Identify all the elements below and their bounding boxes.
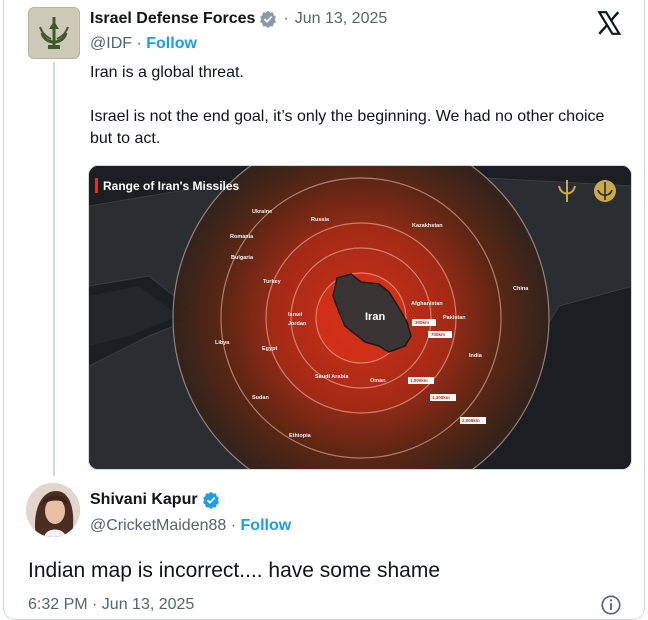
label-jordan: Jordan — [288, 321, 307, 327]
reply-text: Indian map is incorrect.... have some sh… — [28, 559, 441, 582]
info-icon[interactable] — [600, 594, 622, 616]
reply-author-name[interactable]: Shivani Kapur — [90, 491, 198, 509]
label-bulgaria: Bulgaria — [231, 255, 254, 261]
quoted-handle-row: @IDF · Follow — [90, 35, 197, 53]
label-ethiopia: Ethiopia — [289, 433, 312, 439]
label-sudan: Sudan — [252, 395, 269, 401]
quoted-header: Israel Defense Forces · Jun 13, 2025 — [90, 8, 387, 30]
reply-header: Shivani Kapur — [90, 491, 220, 509]
label-pakistan: Pakistan — [443, 315, 466, 321]
label-india: India — [469, 353, 483, 359]
range-tag-1: 300km — [415, 320, 429, 325]
label-libya: Libya — [215, 340, 230, 346]
reply-handle[interactable]: @CricketMaiden88 — [90, 517, 226, 534]
idf-logo-icon — [39, 17, 69, 49]
label-russia: Russia — [311, 217, 330, 223]
verified-badge-icon — [259, 10, 277, 28]
label-china: China — [513, 286, 529, 292]
tweet-card: Israel Defense Forces · Jun 13, 2025 @ID… — [3, 0, 645, 620]
missile-range-map-image[interactable]: Range of Iran's Missiles Ukraine Russia … — [88, 165, 632, 470]
map-title: Range of Iran's Missiles — [103, 179, 240, 193]
label-afghanistan: Afghanistan — [411, 301, 443, 307]
follow-shivani-button[interactable]: Follow — [241, 517, 292, 534]
range-tag-2: 700km — [431, 332, 445, 337]
label-kazakhstan: Kazakhstan — [412, 223, 443, 229]
label-egypt: Egypt — [262, 346, 277, 352]
idf-avatar[interactable] — [28, 7, 80, 59]
reply-handle-row: @CricketMaiden88 · Follow — [90, 517, 291, 535]
follow-idf-button[interactable]: Follow — [146, 35, 197, 52]
label-oman: Oman — [370, 378, 386, 384]
verified-badge-icon — [202, 491, 220, 509]
range-tag-4: 1,300km — [432, 395, 450, 400]
label-saudi-arabia: Saudi Arabia — [315, 374, 349, 380]
label-ukraine: Ukraine — [252, 209, 272, 215]
x-logo-icon[interactable] — [596, 10, 622, 36]
label-turkey: Turkey — [263, 279, 282, 285]
thread-line — [53, 62, 55, 476]
reply-timestamp[interactable]: 6:32 PM · Jun 13, 2025 — [28, 596, 194, 614]
separator-dot: · — [230, 517, 241, 534]
quoted-handle[interactable]: @IDF — [90, 35, 132, 52]
separator-dot: · — [136, 35, 147, 52]
quoted-tweet-text: Iran is a global threat. Israel is not t… — [90, 64, 605, 147]
shivani-avatar[interactable] — [26, 483, 80, 537]
range-tag-3: 1,000km — [410, 378, 428, 383]
quoted-author-name[interactable]: Israel Defense Forces — [90, 10, 255, 28]
label-romania: Romania — [230, 234, 254, 240]
label-israel: Israel — [288, 312, 303, 318]
separator-dot: · — [283, 10, 289, 27]
range-tag-5: 2,000km — [462, 418, 480, 423]
map-center-label: Iran — [365, 311, 385, 323]
quoted-date[interactable]: Jun 13, 2025 — [295, 10, 388, 28]
